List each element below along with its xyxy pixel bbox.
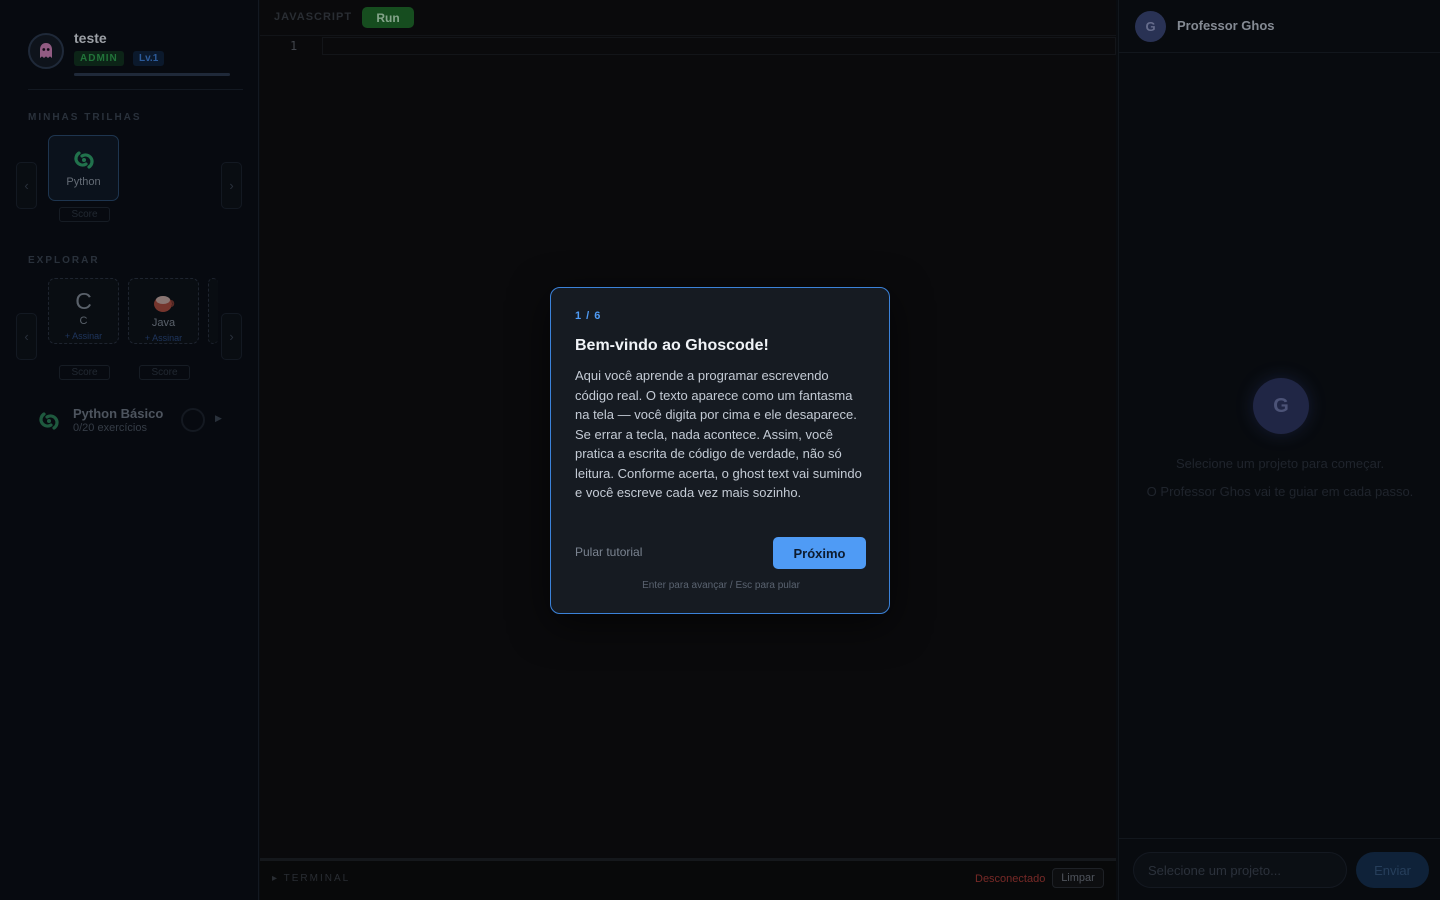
skip-tutorial-button[interactable]: Pular tutorial	[575, 545, 642, 559]
modal-title: Bem-vindo ao Ghoscode!	[575, 337, 769, 354]
tutorial-modal: 1 / 6 Bem-vindo ao Ghoscode! Aqui você a…	[550, 287, 890, 614]
modal-body: Aqui você aprende a programar escrevendo…	[575, 368, 862, 500]
step-counter: 1 / 6	[575, 310, 602, 322]
keyboard-hint: Enter para avançar / Esc para pular	[642, 580, 800, 591]
next-button[interactable]: Próximo	[773, 537, 866, 569]
